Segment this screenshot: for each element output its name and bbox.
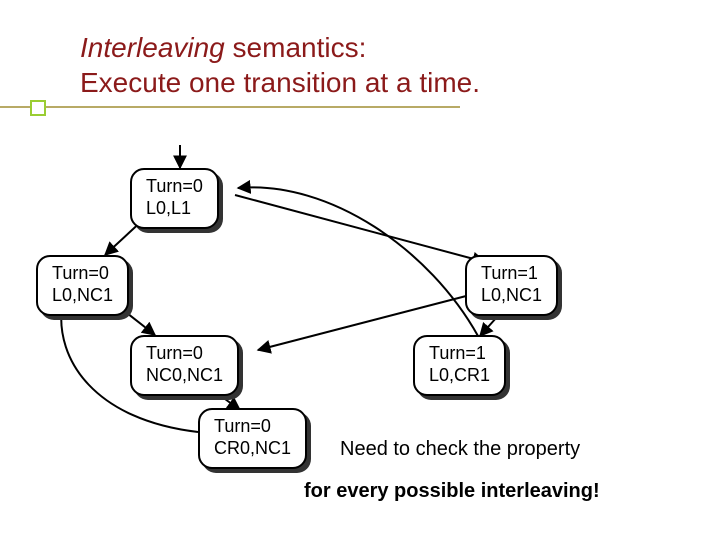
state-line: Turn=0: [52, 263, 113, 285]
state-line: Turn=0: [146, 176, 203, 198]
title-em: Interleaving: [80, 32, 225, 63]
title-rest: semantics:: [225, 32, 367, 63]
state-line: Turn=0: [214, 416, 291, 438]
caption-text: Need to check the property: [340, 438, 580, 461]
caption-emphasis: for every possible interleaving!: [304, 480, 600, 503]
state-line: Turn=1: [429, 343, 490, 365]
state-line: L0,L1: [146, 198, 203, 220]
state-line: NC0,NC1: [146, 365, 223, 387]
state-line: L0,NC1: [481, 285, 542, 307]
state-line: CR0,NC1: [214, 438, 291, 460]
state-line: L0,CR1: [429, 365, 490, 387]
state-s4: Turn=0 NC0,NC1: [130, 335, 239, 396]
slide-title: Interleaving semantics: Execute one tran…: [80, 30, 480, 100]
state-s1: Turn=0 L0,L1: [130, 168, 219, 229]
state-s5: Turn=1 L0,CR1: [413, 335, 506, 396]
state-line: Turn=1: [481, 263, 542, 285]
bullet-square-icon: [30, 100, 46, 116]
state-s3: Turn=1 L0,NC1: [465, 255, 558, 316]
state-s2: Turn=0 L0,NC1: [36, 255, 129, 316]
state-line: L0,NC1: [52, 285, 113, 307]
title-underline: [0, 106, 460, 108]
state-line: Turn=0: [146, 343, 223, 365]
title-line2: Execute one transition at a time.: [80, 67, 480, 98]
state-s6: Turn=0 CR0,NC1: [198, 408, 307, 469]
